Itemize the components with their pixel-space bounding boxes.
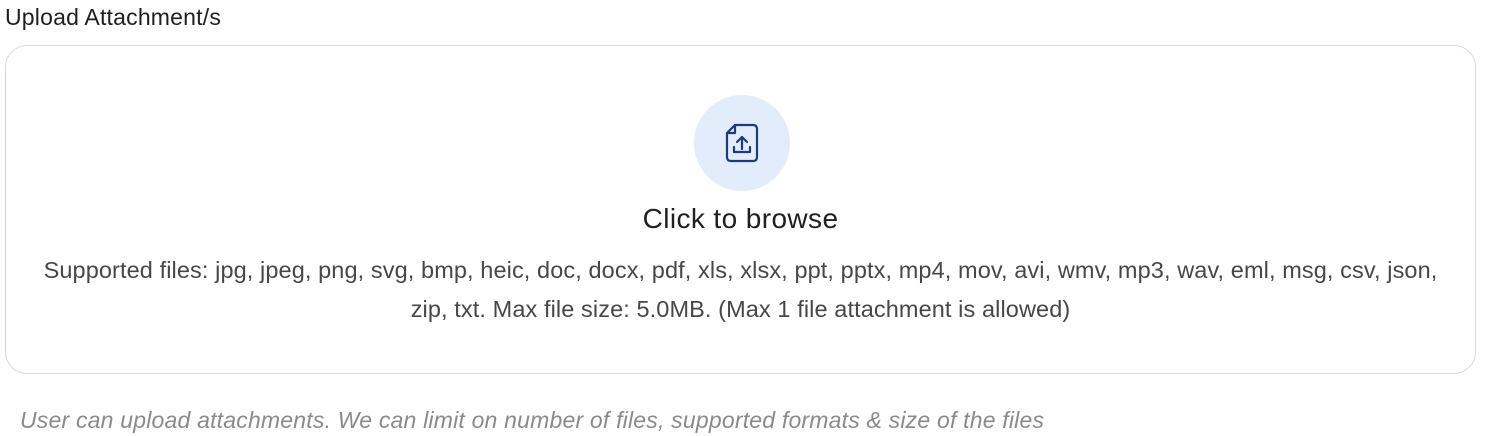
supported-files-text: Supported files: jpg, jpeg, png, svg, bm… <box>43 257 1438 322</box>
click-to-browse-label[interactable]: Click to browse <box>6 202 1475 236</box>
file-dropzone[interactable]: Click to browse Supported files: jpg, jp… <box>5 45 1476 374</box>
upload-field-label: Upload Attachment/s <box>5 4 222 30</box>
helper-text: User can upload attachments. We can limi… <box>20 407 1045 433</box>
upload-icon-circle[interactable] <box>694 95 790 191</box>
file-upload-icon <box>725 123 759 163</box>
